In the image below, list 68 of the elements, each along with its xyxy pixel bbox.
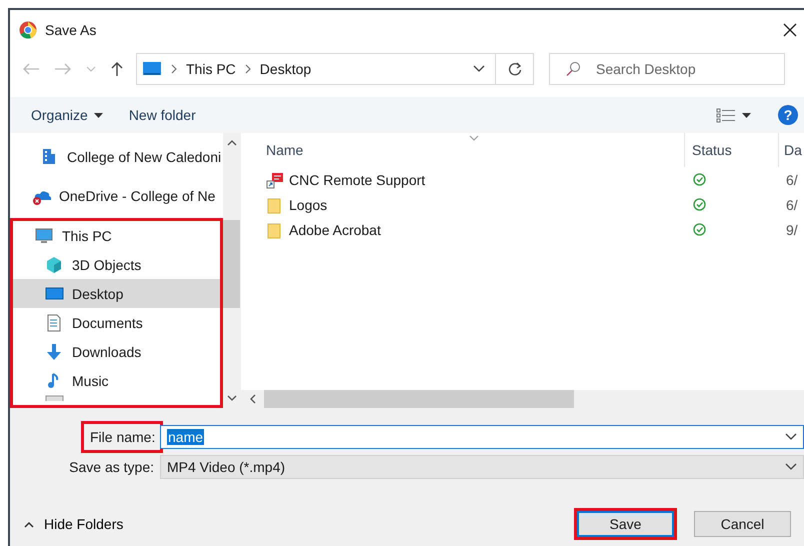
help-button[interactable]: ? <box>778 105 798 125</box>
column-header[interactable]: Da <box>778 133 802 167</box>
file-type-dropdown[interactable]: MP4 Video (*.mp4) <box>160 455 804 479</box>
browser-logo-icon <box>19 21 37 39</box>
breadcrumb-item[interactable]: This PC <box>186 61 236 77</box>
chevron-right-icon <box>244 64 252 74</box>
breadcrumb-item[interactable]: Desktop <box>260 61 312 77</box>
scrollbar-thumb[interactable] <box>264 390 574 408</box>
up-arrow-icon[interactable] <box>110 61 124 77</box>
monitor-icon <box>142 61 162 77</box>
address-bar[interactable]: This PC Desktop <box>136 53 496 85</box>
down-arrow-icon <box>45 342 64 360</box>
shortcut-icon <box>266 170 285 188</box>
field-label: Save as type: <box>68 459 155 475</box>
back-arrow-icon[interactable] <box>22 62 40 76</box>
close-icon <box>783 23 797 37</box>
nav-item[interactable]: College of New Caledoni <box>10 137 223 176</box>
scrollbar-thumb[interactable] <box>223 220 240 308</box>
caret-icon <box>94 112 103 118</box>
table-cell-text: 9/ <box>785 222 798 238</box>
monitor-icon <box>45 284 64 302</box>
forward-arrow-icon[interactable] <box>54 62 72 76</box>
search-field[interactable]: Search Desktop <box>549 53 785 85</box>
file-name-cell[interactable]: CNC Remote Support <box>266 170 684 188</box>
check-circle-icon <box>693 173 706 186</box>
refresh-button[interactable] <box>496 53 534 85</box>
scrollbar[interactable] <box>223 133 240 408</box>
monitor-icon <box>35 226 54 244</box>
chevron-down-icon <box>226 395 236 402</box>
picture-frame-icon <box>45 395 64 401</box>
chevron-right-icon <box>170 64 178 74</box>
organize-button[interactable]: Organize <box>22 103 112 127</box>
dialog-button[interactable]: Save <box>577 511 674 537</box>
chevron-up-icon <box>226 139 236 146</box>
nav-item[interactable]: This PC <box>13 221 220 250</box>
field-label: File name: <box>84 424 160 450</box>
nav-item[interactable]: Music <box>13 366 220 395</box>
nav-item[interactable]: 3D Objects <box>13 250 220 279</box>
nav-item[interactable]: Downloads <box>13 337 220 366</box>
window-title: Save As <box>45 22 96 38</box>
nav-item[interactable]: OneDrive - College of Ne <box>10 176 223 215</box>
cube-icon <box>45 256 64 274</box>
column-header[interactable]: Name <box>266 142 684 158</box>
selected-text: name <box>167 429 204 445</box>
search-icon <box>565 61 581 77</box>
file-name-cell[interactable]: Logos <box>266 196 684 214</box>
file-name-cell[interactable]: Adobe Acrobat <box>266 220 684 238</box>
scrollbar[interactable] <box>241 390 804 408</box>
nav-item[interactable]: Documents <box>13 308 220 337</box>
new-folder-button[interactable]: New folder <box>120 103 205 127</box>
check-circle-icon <box>693 198 706 211</box>
list-view-icon <box>716 107 736 123</box>
chevron-left-icon <box>249 394 256 404</box>
dialog-button[interactable]: Cancel <box>694 511 791 537</box>
chevron-down-icon[interactable] <box>785 433 797 441</box>
chevron-down-icon[interactable] <box>473 65 485 73</box>
sort-chevron-icon <box>469 135 479 141</box>
nav-item[interactable]: Desktop <box>13 279 220 308</box>
check-circle-icon <box>693 223 706 236</box>
table-cell-text: 6/ <box>785 196 798 212</box>
chevron-down-icon <box>785 463 797 471</box>
caret-icon <box>742 112 751 118</box>
chevron-up-icon <box>24 520 34 528</box>
refresh-icon <box>508 62 522 76</box>
table-cell-text: 6/ <box>785 172 798 188</box>
column-header[interactable]: Status <box>684 133 778 167</box>
hide-folders-button[interactable]: Hide Folders <box>10 516 124 532</box>
file-name-field[interactable]: name <box>160 425 804 449</box>
